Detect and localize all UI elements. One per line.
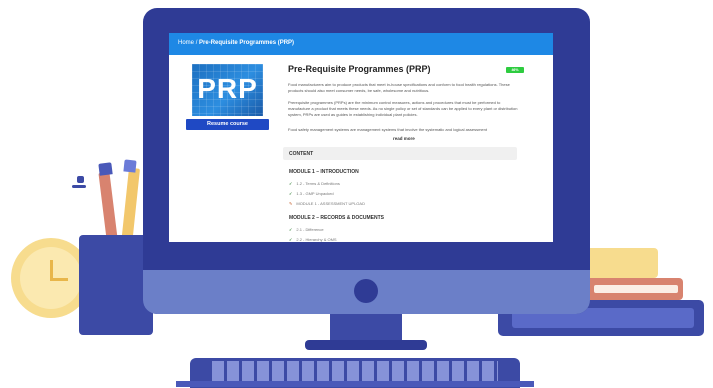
check-icon: ✓	[289, 181, 293, 186]
lesson-item[interactable]: ✓ 1.2 - Terms & Definitions	[289, 181, 340, 186]
breadcrumb-current: Pre-Requisite Programmes (PRP)	[199, 40, 295, 46]
check-icon: ✓	[289, 237, 293, 242]
breadcrumb-home[interactable]: Home	[178, 40, 194, 46]
lesson-item[interactable]: ✓ 2.2 - Hierarchy & OMS	[289, 237, 337, 242]
check-icon: ✓	[289, 191, 293, 196]
eraser-base	[72, 185, 86, 188]
breadcrumb-separator: /	[195, 40, 198, 46]
check-icon: ✓	[289, 227, 293, 232]
lesson-label: 1.3 - GMP Unpacked	[296, 191, 334, 196]
thumbnail-text: PRP	[197, 73, 258, 104]
clock-minute-hand	[50, 278, 68, 281]
content-label: CONTENT	[289, 151, 314, 157]
pencil-cap	[98, 162, 113, 176]
monitor-base	[305, 340, 427, 350]
lesson-item[interactable]: ✓ 1.3 - GMP Unpacked	[289, 191, 334, 196]
course-thumbnail: PRP	[192, 64, 263, 116]
lesson-label: MODULE 1 - ASSESSMENT UPLOAD	[296, 201, 365, 206]
top-bar: Home / Pre-Requisite Programmes (PRP)	[169, 33, 553, 55]
module-title[interactable]: MODULE 2 – RECORDS & DOCUMENTS	[289, 215, 384, 221]
course-title: Pre-Requisite Programmes (PRP)	[288, 64, 431, 74]
content-header	[283, 147, 517, 160]
description-paragraph: Food safety management systems are manag…	[288, 127, 487, 132]
clock-hour-hand	[50, 260, 53, 280]
book-pages	[594, 285, 678, 293]
breadcrumb: Home / Pre-Requisite Programmes (PRP)	[178, 40, 294, 46]
pencil-icon: ✎	[289, 201, 293, 206]
description-paragraph: Prerequisite programmes (PRPs) are the m…	[288, 100, 518, 117]
keyboard-edge	[176, 381, 534, 387]
eraser-icon	[77, 176, 84, 183]
lesson-label: 2.2 - Hierarchy & OMS	[296, 237, 337, 242]
lesson-label: 2.1 - Difference	[296, 227, 324, 232]
resume-course-button[interactable]: Resume course	[186, 119, 269, 130]
lesson-item[interactable]: ✎ MODULE 1 - ASSESSMENT UPLOAD	[289, 201, 365, 206]
module-title[interactable]: MODULE 1 – INTRODUCTION	[289, 169, 359, 175]
keyboard-keys	[212, 361, 498, 383]
progress-badge: 46%	[506, 67, 524, 73]
pencil-cup	[79, 235, 153, 335]
pencil-cap	[123, 159, 137, 173]
read-more-link[interactable]: read more	[393, 136, 415, 141]
monitor-screen: Home / Pre-Requisite Programmes (PRP) PR…	[169, 33, 553, 242]
lesson-label: 1.2 - Terms & Definitions	[296, 181, 340, 186]
monitor-button-icon	[354, 279, 378, 303]
lesson-item[interactable]: ✓ 2.1 - Difference	[289, 227, 324, 232]
description-paragraph: Food manufacturers aim to produce produc…	[288, 82, 510, 93]
